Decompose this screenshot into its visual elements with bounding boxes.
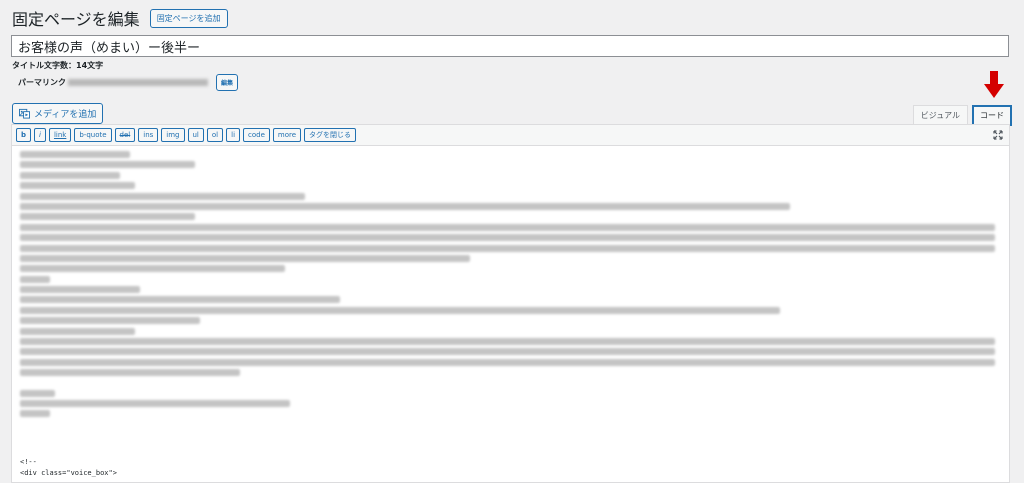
editor-tabs: ビジュアル コード [912, 105, 1012, 126]
title-char-count: タイトル文字数：14文字 [12, 61, 104, 70]
permalink-label: パーマリンク [18, 78, 66, 87]
blurred-code-line [20, 254, 470, 262]
blurred-code-line [20, 213, 195, 221]
blurred-code-line [20, 171, 120, 179]
permalink-edit-button[interactable]: 編集 [216, 74, 239, 91]
qt-ol-button[interactable]: ol [206, 128, 224, 142]
code-line-voice-box: <div class="voice_box"> [20, 469, 117, 477]
blurred-code-line [20, 296, 340, 304]
qt-ul-button[interactable]: ul [187, 128, 204, 142]
qt-close-tags-button[interactable]: タグを閉じる [304, 128, 357, 142]
blurred-code-line [20, 348, 995, 356]
code-textarea[interactable] [12, 146, 1009, 418]
blurred-code-line [20, 327, 135, 335]
qt-italic-button[interactable]: i [34, 128, 46, 142]
blurred-code-line [20, 265, 285, 273]
blurred-code-line [20, 317, 200, 325]
red-down-arrow-icon [984, 71, 1004, 98]
tab-visual[interactable]: ビジュアル [912, 105, 968, 126]
add-new-page-button[interactable]: 固定ページを追加 [149, 8, 228, 28]
fullscreen-icon[interactable] [993, 130, 1003, 140]
add-media-button[interactable]: メディアを追加 [12, 103, 104, 124]
blurred-code-line [20, 338, 995, 346]
qt-ins-button[interactable]: ins [138, 128, 159, 142]
qt-code-button[interactable]: code [243, 128, 270, 142]
blurred-code-line [20, 358, 995, 366]
blurred-code-line [20, 369, 240, 377]
qt-more-button[interactable]: more [272, 128, 302, 142]
blurred-code-line [20, 399, 290, 407]
blurred-code-line [20, 182, 135, 190]
code-editor: b i link b-quote del ins img ul ol li co… [11, 124, 1010, 483]
blurred-code-line [20, 223, 995, 231]
blurred-code-line [20, 244, 995, 252]
quicktags-toolbar: b i link b-quote del ins img ul ol li co… [12, 125, 1009, 146]
blurred-code-line [20, 306, 780, 314]
qt-li-button[interactable]: li [226, 128, 241, 142]
blurred-code-line [20, 389, 55, 397]
qt-link-button[interactable]: link [48, 128, 72, 142]
blurred-code-line [20, 275, 50, 283]
qt-img-button[interactable]: img [161, 128, 185, 142]
permalink-url-redacted[interactable] [68, 79, 208, 86]
media-icon [19, 108, 30, 119]
blurred-code-line [20, 286, 140, 294]
blurred-code-line [20, 151, 130, 158]
tab-code[interactable]: コード [972, 105, 1012, 126]
blurred-code-line [20, 192, 305, 200]
qt-bold-button[interactable]: b [16, 128, 32, 142]
add-media-label: メディアを追加 [34, 110, 97, 120]
blurred-code-line [20, 161, 195, 169]
permalink-row: パーマリンク 編集 [18, 74, 239, 91]
code-line-comment: <!-- [20, 458, 37, 466]
blurred-code-line [20, 202, 790, 210]
blurred-code-line [20, 410, 50, 418]
post-title-input[interactable] [11, 35, 1009, 57]
qt-blockquote-button[interactable]: b-quote [74, 128, 112, 142]
blurred-code-line [20, 234, 995, 242]
page-title: 固定ページを編集 [12, 10, 140, 29]
page-heading: 固定ページを編集 固定ページを追加 [12, 6, 228, 30]
qt-del-button[interactable]: del [114, 128, 136, 142]
